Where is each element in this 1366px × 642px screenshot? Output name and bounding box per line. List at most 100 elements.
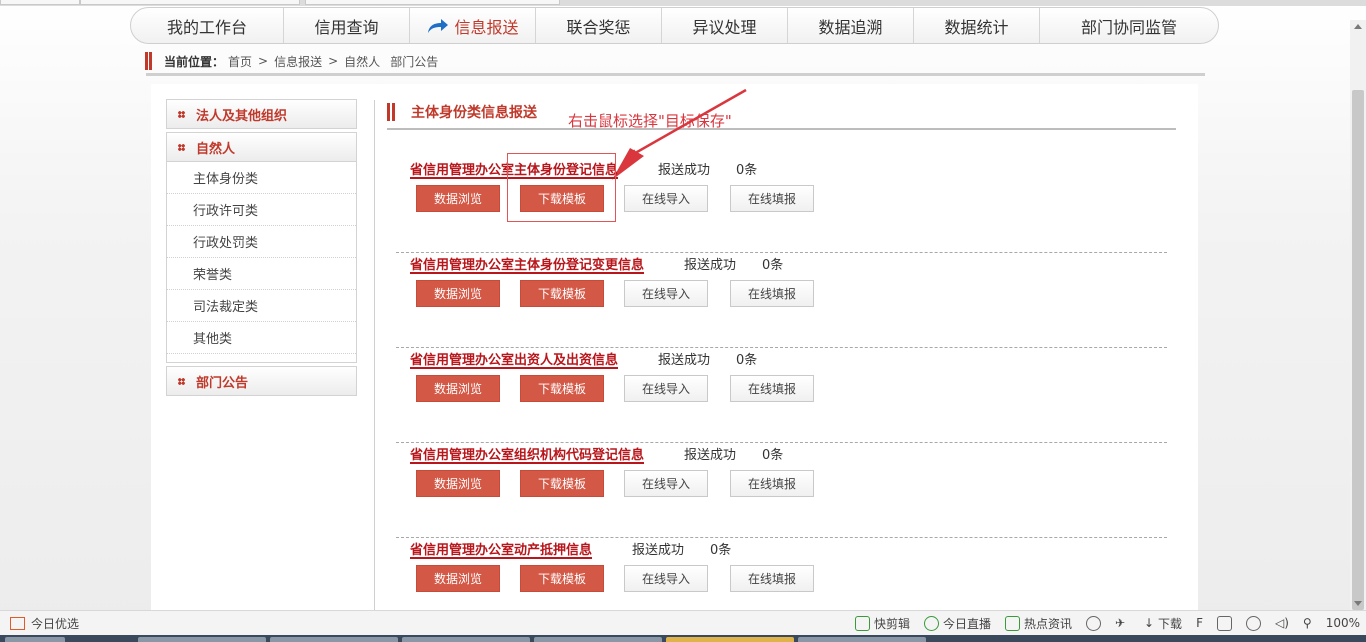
taskbar-item[interactable] [5,637,65,642]
data-browse-button[interactable]: 数据浏览 [416,185,500,212]
data-browse-button[interactable]: 数据浏览 [416,565,500,592]
record-status: 报送成功 [684,257,737,273]
online-import-button[interactable]: 在线导入 [624,375,708,402]
online-fill-button[interactable]: 在线填报 [730,470,814,497]
record-title[interactable]: 省信用管理办公室组织机构代码登记信息 [410,444,648,463]
record-title[interactable]: 省信用管理办公室主体身份登记变更信息 [410,254,648,273]
sidebar-item-judicial[interactable]: 司法裁定类 [167,290,356,322]
online-import-button[interactable]: 在线导入 [624,185,708,212]
volume-icon[interactable]: ◁) [1275,616,1289,630]
hot-news[interactable]: 热点资讯 [1004,615,1072,632]
online-fill-button[interactable]: 在线填报 [730,185,814,212]
sidebar-group-natural-person[interactable]: 自然人 [166,132,357,162]
sidebar-item-admin-license[interactable]: 行政许可类 [167,194,356,226]
record-title[interactable]: 省信用管理办公室出资人及出资信息 [410,349,622,368]
browser-status-bar: 今日优选 快剪辑 今日直播 热点资讯 ✈ ↓ 下载 F ◁) ⚲ 100% [0,610,1366,635]
data-browse-button[interactable]: 数据浏览 [416,470,500,497]
nav-item-joint-reward[interactable]: 联合奖惩 [536,8,662,43]
record-count: 0条 [762,257,784,273]
nav-item-data-stats[interactable]: 数据统计 [914,8,1040,43]
breadcrumb-marker [145,52,152,70]
sidebar-group-legal-entity[interactable]: 法人及其他组织 [166,99,357,129]
refresh-icon[interactable] [1245,615,1261,631]
main-nav: 我的工作台 信用查询 信息报送 联合奖惩 异议处理 数据追溯 数据统计 部门协同… [130,7,1219,44]
sidebar-group-dept-notice[interactable]: 部门公告 [166,366,357,396]
sidebar-item-identity[interactable]: 主体身份类 [167,162,356,194]
zoom-level[interactable]: 100% [1326,616,1360,630]
download-highlight-box [507,153,616,222]
breadcrumb-info-report[interactable]: 信息报送 [274,53,322,70]
download-button[interactable]: ↓ 下载 [1144,615,1182,632]
nav-item-data-trace[interactable]: 数据追溯 [788,8,914,43]
breadcrumb-natural-person[interactable]: 自然人 [344,53,380,70]
scroll-thumb[interactable] [1352,90,1364,610]
taskbar-item[interactable] [402,637,530,642]
record-count: 0条 [710,542,732,558]
nav-item-workbench[interactable]: 我的工作台 [131,8,284,43]
font-icon[interactable]: F [1196,616,1203,630]
record-row: 省信用管理办公室出资人及出资信息 报送成功 0条 数据浏览 下载模板 在线导入 … [396,348,1167,443]
taskbar-item[interactable] [270,637,398,642]
scroll-down-icon[interactable] [1354,601,1362,606]
live-icon [923,615,939,631]
taskbar-item[interactable] [534,637,662,642]
share-arrow-icon [428,18,449,33]
breadcrumb-dept-notice: 部门公告 [390,54,439,69]
grid-dot-icon [178,110,185,118]
record-count: 0条 [762,447,784,463]
taskbar-item[interactable] [798,637,926,642]
data-browse-button[interactable]: 数据浏览 [416,375,500,402]
sidebar-item-other[interactable]: 其他类 [167,322,356,354]
browser-tab-strip [0,0,1366,6]
online-import-button[interactable]: 在线导入 [624,280,708,307]
record-count: 0条 [736,352,758,368]
online-import-button[interactable]: 在线导入 [624,470,708,497]
grid-dot-icon [178,377,185,385]
online-fill-button[interactable]: 在线填报 [730,375,814,402]
breadcrumb-home[interactable]: 首页 [228,53,252,70]
taskbar-item[interactable] [138,637,266,642]
download-template-button[interactable]: 下载模板 [520,565,604,592]
today-picks[interactable]: 今日优选 [0,615,79,632]
breadcrumb-divider [146,73,1205,76]
sidebar-item-admin-penalty[interactable]: 行政处罚类 [167,226,356,258]
section-title: 主体身份类信息报送 [387,102,537,122]
record-status: 报送成功 [684,447,737,463]
record-count: 0条 [736,162,758,178]
download-template-button[interactable]: 下载模板 [520,470,604,497]
record-row: 省信用管理办公室主体身份登记变更信息 报送成功 0条 数据浏览 下载模板 在线导… [396,253,1167,348]
zoom-icon[interactable]: ⚲ [1303,616,1312,630]
speed-icon[interactable] [1085,615,1101,631]
pin-icon[interactable]: ✈ [1115,616,1130,631]
download-template-button[interactable]: 下载模板 [520,280,604,307]
vertical-scrollbar[interactable] [1350,20,1366,610]
sidebar-item-honor[interactable]: 荣誉类 [167,258,356,290]
quick-clip[interactable]: 快剪辑 [854,615,910,632]
taskbar-item[interactable] [666,637,794,642]
record-status: 报送成功 [658,352,711,368]
record-row: 省信用管理办公室组织机构代码登记信息 报送成功 0条 数据浏览 下载模板 在线导… [396,443,1167,538]
download-arrow-icon: ↓ [1143,616,1155,630]
record-title[interactable]: 省信用管理办公室动产抵押信息 [410,539,596,558]
browser-tab[interactable] [80,0,300,5]
browser-tab[interactable] [305,0,560,5]
record-status: 报送成功 [632,542,685,558]
download-template-button[interactable]: 下载模板 [520,375,604,402]
today-live[interactable]: 今日直播 [923,615,991,632]
window-icon[interactable] [1216,615,1232,631]
online-fill-button[interactable]: 在线填报 [730,280,814,307]
nav-item-objection[interactable]: 异议处理 [662,8,788,43]
sidebar-list-natural-person: 主体身份类 行政许可类 行政处罚类 荣誉类 司法裁定类 其他类 [166,162,357,363]
sidebar: 法人及其他组织 自然人 主体身份类 行政许可类 行政处罚类 荣誉类 司法裁定类 … [166,99,357,399]
gift-icon [10,616,25,630]
section-marker [387,103,395,121]
scroll-up-icon[interactable] [1354,24,1362,29]
browser-tab[interactable] [0,0,80,5]
online-import-button[interactable]: 在线导入 [624,565,708,592]
nav-item-dept-supervision[interactable]: 部门协同监管 [1040,8,1218,43]
nav-item-info-report[interactable]: 信息报送 [410,8,536,43]
record-status: 报送成功 [658,162,711,178]
data-browse-button[interactable]: 数据浏览 [416,280,500,307]
online-fill-button[interactable]: 在线填报 [730,565,814,592]
nav-item-credit-query[interactable]: 信用查询 [284,8,410,43]
